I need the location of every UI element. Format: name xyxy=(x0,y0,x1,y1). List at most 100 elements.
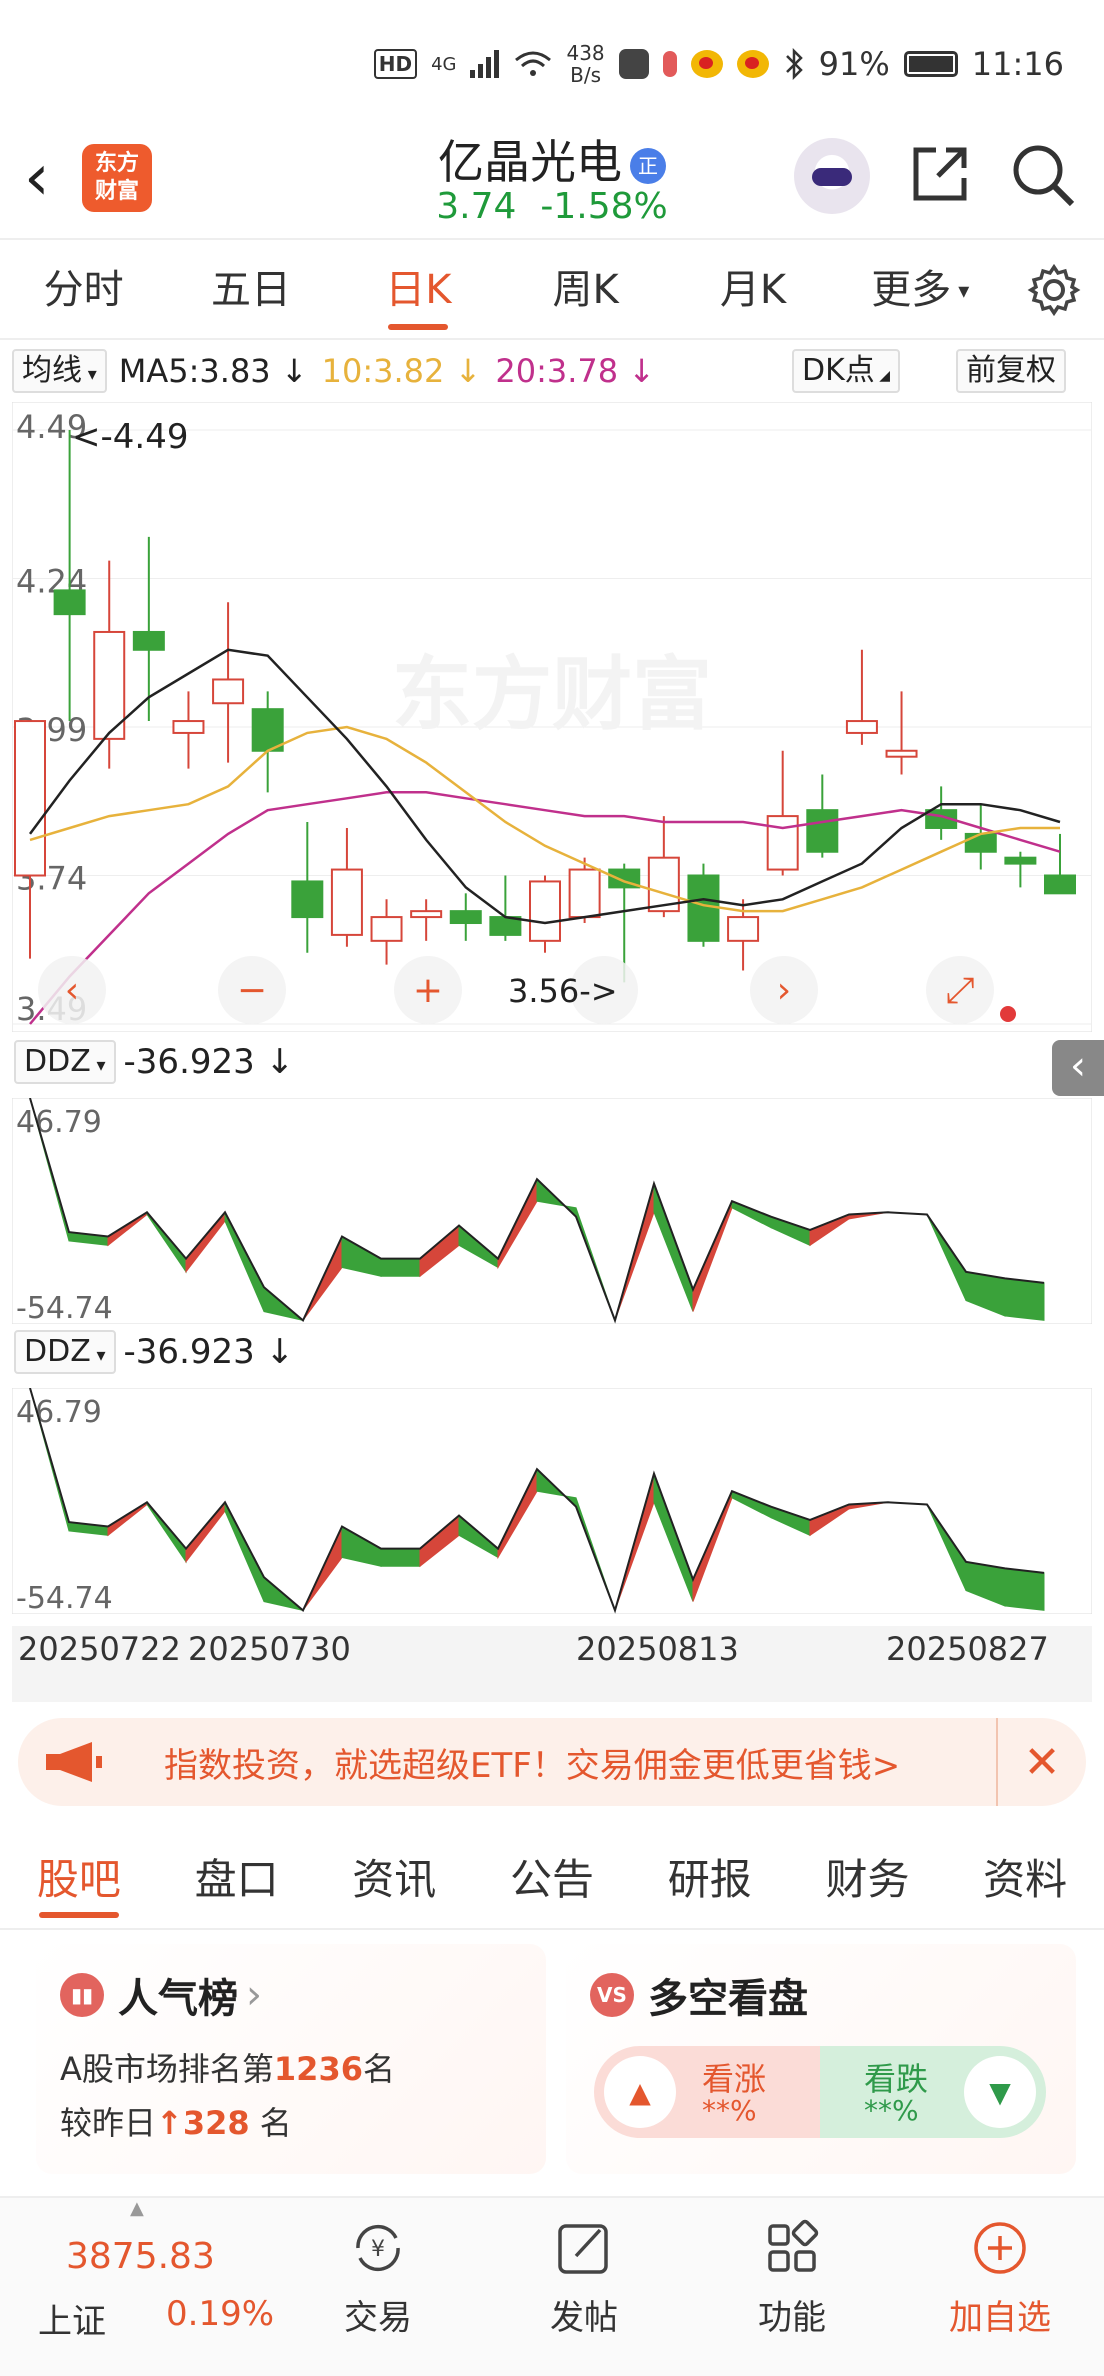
indicator-1-selector[interactable]: DDZ ▾ xyxy=(14,1040,116,1084)
kline-chart[interactable]: 4.494.243.993.743.49东方财富<-4.49‹−+›⤢3.56-… xyxy=(12,402,1092,1032)
indicator-2-value: -36.923 ↓ xyxy=(123,1332,295,1372)
candle-body xyxy=(727,916,760,942)
grid-icon xyxy=(768,2219,819,2272)
trade-button[interactable]: ¥ 交易 xyxy=(318,2218,438,2339)
tab-news[interactable]: 资讯 xyxy=(315,1830,473,1928)
weibo-icon xyxy=(690,50,723,78)
ma-selector-button[interactable]: 均线 ▾ xyxy=(12,349,107,393)
signal-icon xyxy=(470,50,500,78)
battery-percent: 91% xyxy=(818,45,890,83)
ddz-band xyxy=(380,1258,421,1277)
tab-profile[interactable]: 资料 xyxy=(946,1830,1104,1928)
bull-bear-card: VS 多空看盘 ▲ 看涨 **% 看跌 **% ▼ xyxy=(566,1944,1076,2174)
ma10-value: 10:3.82 ↓ xyxy=(321,352,482,390)
chevron-right-icon-glyph: › xyxy=(777,970,791,1011)
dk-point-button[interactable]: DK点 ◢ xyxy=(792,349,900,393)
candle-body xyxy=(687,874,720,942)
stock-price: 3.74 xyxy=(436,186,517,227)
rank-line: A股市场排名第1236名 xyxy=(60,2050,395,2088)
tab-intraday[interactable]: 分时 xyxy=(0,242,167,338)
expand-up-icon[interactable]: ▲ xyxy=(130,2198,144,2219)
candle-body xyxy=(529,880,561,942)
indicator-2-header: DDZ ▾ -36.923 ↓ xyxy=(14,1330,294,1374)
index-name[interactable]: 上证 xyxy=(38,2294,106,2343)
tab-five-day[interactable]: 五日 xyxy=(167,242,334,338)
weibo-icon-2 xyxy=(736,50,769,78)
zoom-out-icon-glyph: − xyxy=(237,970,267,1011)
notification-icon xyxy=(662,51,677,77)
candle-body xyxy=(172,720,205,734)
tab-order-book[interactable]: 盘口 xyxy=(158,1830,316,1928)
post-button[interactable]: 发帖 xyxy=(524,2218,644,2339)
megaphone-icon xyxy=(46,1742,102,1782)
search-icon[interactable] xyxy=(1008,140,1078,210)
candle-body xyxy=(568,868,601,919)
min-price-marker: 3.56-> xyxy=(508,972,618,1010)
index-value[interactable]: 3875.83 xyxy=(66,2236,215,2277)
ddz-band xyxy=(1004,1567,1045,1611)
bull-bear-title: VS 多空看盘 xyxy=(590,1966,808,2024)
collapse-panel-icon[interactable]: ‹ xyxy=(1052,1040,1104,1096)
hd-icon: HD xyxy=(373,49,418,79)
vote-down-button[interactable]: 看跌 **% ▼ xyxy=(820,2046,1046,2138)
rank-change-line: 较昨日↑328 名 xyxy=(60,2104,292,2142)
live-indicator-dot xyxy=(1000,1006,1016,1022)
arrow-up-icon: ↑ xyxy=(156,2104,183,2142)
vote-down-pct: **% xyxy=(864,2094,919,2127)
ddz-max-label: 46.79 xyxy=(16,1105,102,1140)
trade-icon: ¥ xyxy=(356,2224,400,2272)
tab-daily-k[interactable]: 日K xyxy=(335,242,502,338)
watermark: 东方财富 xyxy=(392,648,712,741)
ddz-max-label: 46.79 xyxy=(16,1395,102,1430)
battery-icon xyxy=(903,51,958,77)
candle-body xyxy=(330,868,363,936)
tab-weekly-k[interactable]: 周K xyxy=(502,242,669,338)
vs-icon: VS xyxy=(590,1973,634,2017)
vote-bar: ▲ 看涨 **% 看跌 **% ▼ xyxy=(594,2046,1046,2138)
indicator-2-selector[interactable]: DDZ ▾ xyxy=(14,1330,116,1374)
ddz-frame xyxy=(12,1098,1092,1324)
close-icon[interactable]: ✕ xyxy=(996,1718,1086,1806)
ma-row: 均线 ▾ MA5:3.83 ↓ 10:3.82 ↓ 20:3.78 ↓ DK点 … xyxy=(12,346,1092,396)
tab-more[interactable]: 更多 ▾ xyxy=(837,242,1004,338)
bar-chart-icon: ▮▮ xyxy=(60,1973,104,2017)
candle-body xyxy=(1044,874,1076,895)
ddz-band xyxy=(1004,1277,1045,1321)
chevron-left-icon-glyph: ‹ xyxy=(65,970,79,1011)
net-speed: 438 B/s xyxy=(566,41,605,87)
functions-button[interactable]: 功能 xyxy=(732,2218,852,2339)
share-icon[interactable] xyxy=(908,142,972,206)
ddz-chart-2[interactable]: 46.79 -54.74 xyxy=(12,1388,1092,1614)
candle-body xyxy=(766,815,799,871)
tab-guba[interactable]: 股吧 xyxy=(0,1830,158,1928)
candle-body xyxy=(806,809,839,853)
vote-up-button[interactable]: ▲ 看涨 **% xyxy=(594,2046,820,2138)
settings-gear-icon[interactable] xyxy=(1004,242,1104,338)
chevron-right-icon: › xyxy=(246,1972,262,2018)
index-pct[interactable]: 0.19% xyxy=(166,2294,274,2334)
stock-header: ‹ 东方 财富 亿晶光电正 3.74 -1.58% xyxy=(0,120,1104,240)
candle-body xyxy=(885,749,918,758)
clock: 11:16 xyxy=(971,45,1064,83)
date-tick: 20250827 xyxy=(886,1630,1049,1668)
popularity-card[interactable]: ▮▮ 人气榜 › A股市场排名第1236名 较昨日↑328 名 xyxy=(36,1944,546,2174)
bluetooth-icon xyxy=(785,48,803,80)
tab-research[interactable]: 研报 xyxy=(631,1830,789,1928)
ai-assistant-icon[interactable] xyxy=(794,138,870,214)
candle-body xyxy=(410,910,443,919)
tab-finance[interactable]: 财务 xyxy=(789,1830,947,1928)
popularity-title: ▮▮ 人气榜 › xyxy=(60,1966,262,2024)
add-watchlist-button[interactable]: 加自选 xyxy=(940,2218,1060,2339)
ma5-value: MA5:3.83 ↓ xyxy=(118,352,308,390)
tab-monthly-k[interactable]: 月K xyxy=(669,242,836,338)
date-axis: 20250722 20250730 20250813 20250827 xyxy=(12,1626,1092,1702)
dropdown-arrow-icon: ▾ xyxy=(951,279,970,304)
price-adjust-button[interactable]: 前复权 xyxy=(956,349,1066,393)
promo-banner[interactable]: 指数投资，就选超级ETF！交易佣金更低更省钱> ✕ xyxy=(18,1718,1086,1806)
ddz-chart-1[interactable]: 46.79 -54.74 xyxy=(12,1098,1092,1324)
ddz-band xyxy=(380,1548,421,1567)
date-tick: 20250813 xyxy=(576,1630,739,1668)
candle-body xyxy=(132,630,165,651)
tab-announcements[interactable]: 公告 xyxy=(473,1830,631,1928)
candle-body xyxy=(1004,856,1037,865)
